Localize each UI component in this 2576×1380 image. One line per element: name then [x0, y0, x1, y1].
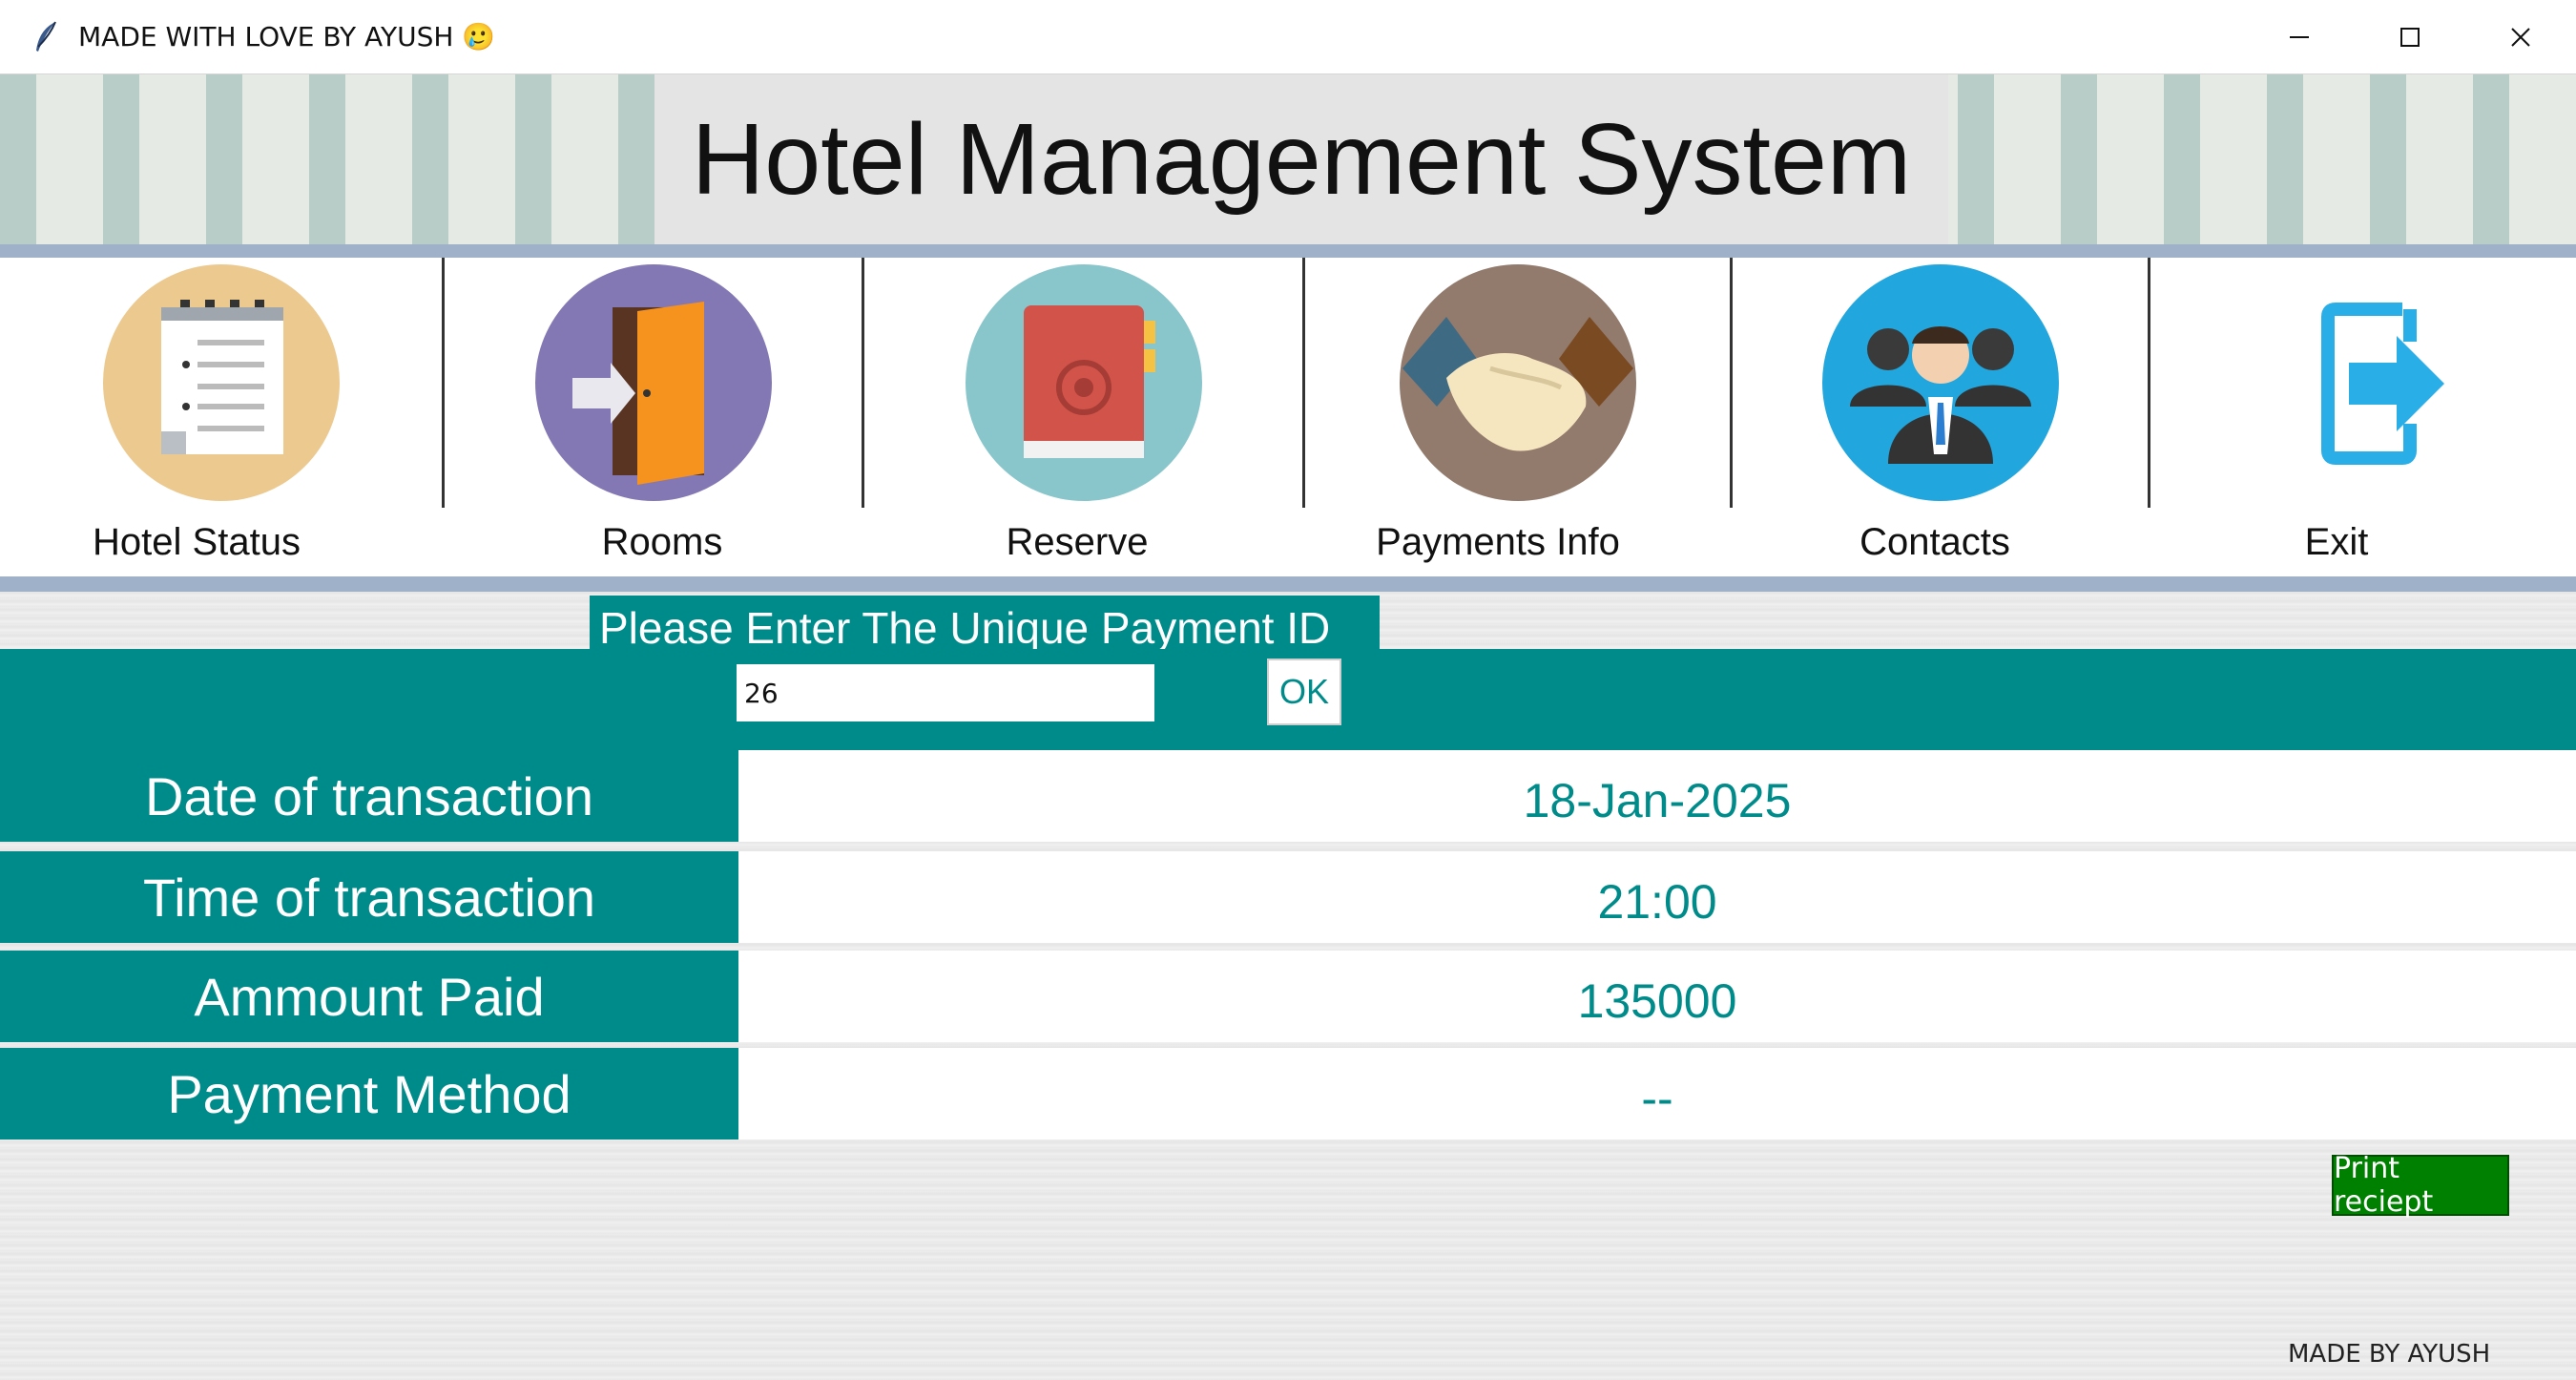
- minimize-icon: [2290, 36, 2309, 38]
- page-title: Hotel Management System: [691, 102, 1912, 216]
- nav-label-payments-info[interactable]: Payments Info: [1223, 508, 1773, 576]
- detail-row-time: Time of transaction 21:00: [0, 851, 2576, 943]
- book-icon: [965, 264, 1202, 501]
- detail-label-time: Time of transaction: [0, 851, 738, 943]
- feather-icon: [36, 21, 56, 52]
- print-receipt-button[interactable]: Print reciept: [2332, 1152, 2509, 1219]
- detail-row-date: Date of transaction 18-Jan-2025: [0, 750, 2576, 842]
- detail-label-method: Payment Method: [0, 1048, 738, 1140]
- detail-row-method: Payment Method --: [0, 1048, 2576, 1140]
- nav-label-rooms[interactable]: Rooms: [393, 508, 931, 576]
- header-banner: Hotel Management System: [0, 74, 2576, 244]
- header-divider: [0, 244, 2576, 258]
- maximize-button[interactable]: [2355, 0, 2465, 74]
- nav-item-reserve[interactable]: [864, 258, 1305, 508]
- detail-row-amount: Ammount Paid 135000: [0, 951, 2576, 1042]
- nav-item-contacts[interactable]: [1733, 258, 2150, 508]
- window-titlebar: MADE WITH LOVE BY AYUSH 🥲: [0, 0, 2576, 74]
- nav-bar: [0, 258, 2576, 508]
- close-button[interactable]: [2465, 0, 2576, 74]
- payment-id-input[interactable]: [737, 664, 1154, 721]
- ok-button[interactable]: OK: [1267, 659, 1341, 725]
- nav-labels: Hotel Status Rooms Reserve Payments Info…: [0, 508, 2576, 576]
- minimize-button[interactable]: [2244, 0, 2355, 74]
- people-icon: [1821, 264, 2059, 501]
- detail-label-date: Date of transaction: [0, 750, 738, 842]
- payment-id-prompt: Please Enter The Unique Payment ID: [590, 596, 1380, 649]
- nav-item-exit[interactable]: [2150, 258, 2576, 508]
- window-title: MADE WITH LOVE BY AYUSH 🥲: [78, 21, 496, 52]
- detail-value-date: 18-Jan-2025: [738, 750, 2576, 842]
- nav-label-contacts[interactable]: Contacts: [1773, 508, 2097, 576]
- close-icon: [2511, 28, 2530, 47]
- nav-label-hotel-status[interactable]: Hotel Status: [0, 508, 393, 576]
- header-title-box: Hotel Management System: [654, 74, 1948, 244]
- nav-item-payments-info[interactable]: [1305, 258, 1733, 508]
- detail-value-time: 21:00: [738, 851, 2576, 943]
- handshake-icon: [1399, 264, 1636, 501]
- detail-value-method: --: [738, 1048, 2576, 1140]
- door-icon: [534, 264, 772, 501]
- maximize-icon: [2400, 28, 2420, 47]
- exit-icon: [2321, 303, 2444, 465]
- nav-item-rooms[interactable]: [445, 258, 864, 508]
- nav-label-exit[interactable]: Exit: [2097, 508, 2576, 576]
- notepad-icon: [102, 264, 340, 501]
- nav-item-hotel-status[interactable]: [0, 258, 445, 508]
- nav-label-reserve[interactable]: Reserve: [931, 508, 1223, 576]
- detail-value-amount: 135000: [738, 951, 2576, 1042]
- detail-label-amount: Ammount Paid: [0, 951, 738, 1042]
- nav-divider: [0, 576, 2576, 592]
- footer-credit: MADE BY AYUSH: [2288, 1340, 2491, 1369]
